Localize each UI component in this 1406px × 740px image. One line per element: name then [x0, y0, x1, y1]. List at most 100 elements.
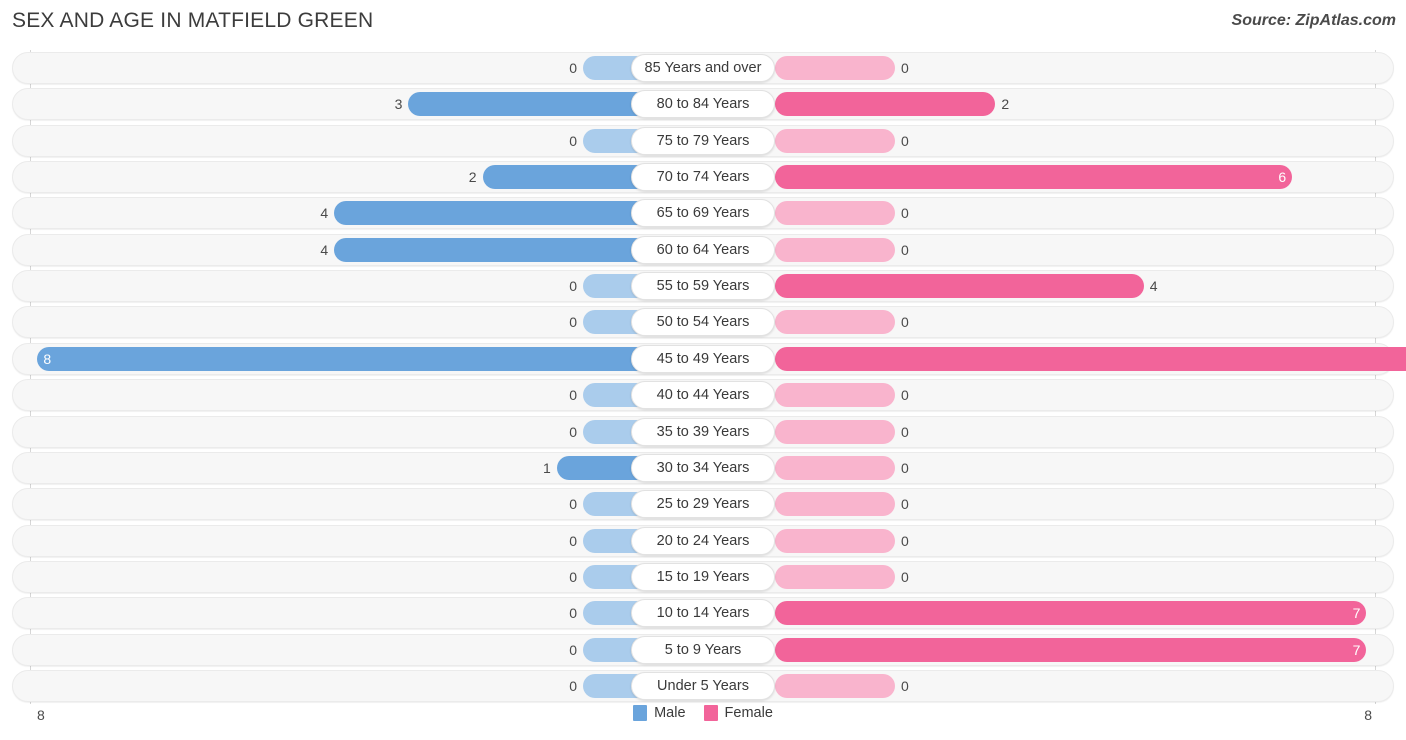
age-group-label: 85 Years and over	[631, 54, 775, 82]
age-group-label: 50 to 54 Years	[631, 308, 775, 337]
age-group-label: 30 to 34 Years	[631, 453, 775, 482]
value-label-male: 4	[320, 241, 329, 258]
age-group-label: 40 to 44 Years	[631, 381, 775, 410]
bar-female[interactable]	[775, 201, 895, 226]
population-pyramid-plot: 0 0 85 Years and over 3 2 80 to 84 Years 0 0 7 5 …	[0, 46, 1406, 706]
age-group-label: 5 to 9 Years	[631, 635, 775, 664]
table-row[interactable]: 1 0 30 to 34 Years	[12, 451, 1394, 484]
table-row[interactable]: 0 0 35 to 39 Years	[12, 415, 1394, 448]
chart-legend: Male Female	[0, 705, 1406, 721]
table-row[interactable]: 0 0 75 to 79 Years	[12, 124, 1394, 157]
legend-label-male: Male	[654, 705, 686, 721]
value-label-male: 2	[468, 169, 477, 186]
bar-female[interactable]	[775, 492, 895, 517]
value-label-female: 0	[901, 132, 909, 149]
age-group-label: 15 to 19 Years	[631, 562, 775, 591]
table-row[interactable]: 0 0 15 to 19 Years	[12, 560, 1394, 593]
value-label-female: 0	[901, 423, 909, 440]
value-label-male: 8	[43, 350, 52, 367]
table-row[interactable]: 0 7 10 to 14 Years	[12, 597, 1394, 630]
age-group-label: 55 to 59 Years	[631, 272, 775, 301]
value-label-male: 0	[569, 132, 577, 149]
legend-item-female[interactable]: Female	[703, 705, 773, 721]
table-row[interactable]: 0 0 50 to 54 Years	[12, 306, 1394, 339]
legend-item-male[interactable]: Male	[633, 705, 686, 721]
bar-female[interactable]	[775, 237, 895, 262]
bar-female[interactable]	[775, 455, 895, 480]
value-label-female: 0	[901, 387, 909, 404]
bar-female[interactable]	[775, 56, 895, 80]
age-group-label: 35 to 39 Years	[631, 417, 775, 446]
value-label-female: 0	[901, 241, 909, 258]
table-row[interactable]: 0 7 5 to 9 Years	[12, 633, 1394, 666]
value-label-female: 0	[901, 60, 909, 76]
table-row[interactable]: 0 0 20 to 24 Years	[12, 524, 1394, 557]
value-label-male: 0	[569, 641, 577, 658]
value-label-female: 6	[1278, 169, 1287, 186]
bar-male[interactable]	[37, 346, 703, 371]
value-label-female: 0	[901, 532, 909, 549]
bar-female[interactable]	[775, 346, 1406, 371]
table-row[interactable]: 3 2 80 to 84 Years	[12, 88, 1394, 121]
page-title: SEX AND AGE IN MATFIELD GREEN	[12, 9, 374, 32]
bar-female[interactable]	[775, 419, 895, 444]
table-row[interactable]: 4 0 60 to 64 Years	[12, 233, 1394, 266]
value-label-female: 0	[901, 568, 909, 585]
bar-female[interactable]	[775, 564, 895, 589]
value-label-female: 7	[1352, 641, 1361, 658]
legend-label-female: Female	[724, 705, 773, 721]
table-row[interactable]: 0 0 25 to 29 Years	[12, 488, 1394, 521]
value-label-male: 0	[569, 278, 577, 295]
value-label-male: 0	[569, 423, 577, 440]
legend-swatch-female-icon	[703, 705, 718, 721]
value-label-male: 4	[320, 205, 329, 222]
chart-footer: 8 8 Male Female	[0, 700, 1406, 740]
table-row[interactable]: 0 0 Under 5 Years	[12, 669, 1394, 702]
table-row[interactable]: 2 6 70 to 74 Years	[12, 161, 1394, 194]
value-label-male: 0	[569, 568, 577, 585]
age-group-label: 60 to 64 Years	[631, 235, 775, 264]
value-label-male: 0	[569, 677, 577, 694]
value-label-male: 0	[569, 532, 577, 549]
bar-female[interactable]	[775, 637, 1367, 662]
table-row[interactable]: 0 0 40 to 44 Years	[12, 379, 1394, 412]
value-label-female: 0	[901, 314, 909, 331]
bar-female[interactable]	[775, 128, 895, 153]
value-label-male: 1	[543, 459, 551, 476]
bar-female[interactable]	[775, 165, 1293, 190]
bar-female[interactable]	[775, 92, 996, 117]
bar-female[interactable]	[775, 383, 895, 408]
bar-female[interactable]	[775, 274, 1144, 299]
age-group-label: 25 to 29 Years	[631, 490, 775, 519]
legend-swatch-male-icon	[633, 705, 648, 721]
value-label-female: 0	[901, 205, 909, 222]
age-group-label: 45 to 49 Years	[631, 344, 775, 373]
value-label-female: 2	[1001, 96, 1010, 113]
value-label-male: 0	[569, 60, 577, 76]
bar-female[interactable]	[775, 310, 895, 335]
value-label-male: 0	[569, 387, 577, 404]
bar-female[interactable]	[775, 673, 895, 698]
age-group-label: Under 5 Years	[631, 671, 775, 700]
age-group-label: 70 to 74 Years	[631, 163, 775, 192]
bar-female[interactable]	[775, 601, 1367, 626]
table-row[interactable]: 0 4 55 to 59 Years	[12, 270, 1394, 303]
bar-female[interactable]	[775, 528, 895, 553]
value-label-female: 0	[901, 496, 909, 513]
source-attribution: Source: ZipAtlas.com	[1231, 12, 1396, 29]
value-label-female: 0	[901, 459, 909, 476]
value-label-female: 0	[901, 677, 909, 694]
age-group-label: 80 to 84 Years	[631, 90, 775, 119]
age-group-label: 20 to 24 Years	[631, 526, 775, 555]
age-group-label: 65 to 69 Years	[631, 199, 775, 228]
table-row[interactable]: 4 0 65 to 69 Years	[12, 197, 1394, 230]
value-label-female: 8	[1395, 350, 1406, 368]
value-label-male: 0	[569, 496, 577, 513]
value-label-male: 3	[394, 96, 403, 113]
table-row[interactable]: 0 0 85 Years and over	[12, 52, 1394, 84]
value-label-female: 7	[1352, 605, 1361, 622]
value-label-female: 4	[1149, 278, 1158, 295]
table-row[interactable]: 8 8 45 to 49 Years	[12, 342, 1406, 375]
chart-header: SEX AND AGE IN MATFIELD GREEN Source: Zi…	[0, 0, 1406, 46]
age-group-label: 10 to 14 Years	[631, 599, 775, 628]
